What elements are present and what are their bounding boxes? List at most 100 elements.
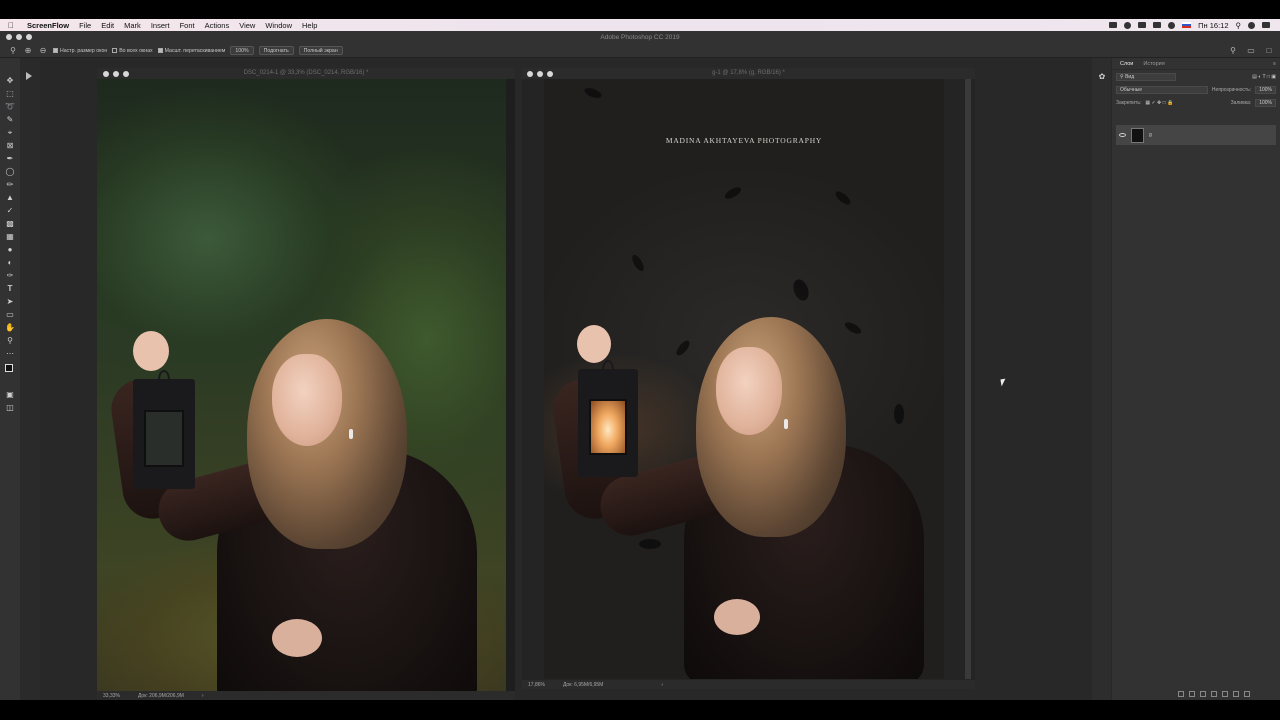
resize-windows-checkbox[interactable]: Настр. размер окон [53, 48, 107, 54]
blur-tool-icon[interactable]: ● [5, 245, 15, 255]
workspace-icon[interactable]: ▭ [1246, 46, 1256, 56]
adjustment-layer-icon[interactable] [1211, 691, 1217, 697]
fill-screen-button[interactable]: Полный экран [298, 46, 343, 55]
document-1-minimize-button[interactable] [113, 71, 119, 77]
document-2-zoom[interactable]: 17,86% [528, 682, 545, 688]
menu-help[interactable]: Help [297, 21, 322, 30]
new-group-icon[interactable] [1222, 691, 1228, 697]
actions-play-icon[interactable] [26, 72, 32, 80]
lock-icons[interactable]: ▦ ✓ ✥ □ 🔒 [1145, 100, 1173, 106]
blend-mode-select[interactable]: Обычные [1116, 85, 1208, 94]
marquee-tool-icon[interactable]: ⬚ [5, 89, 15, 99]
panel-menu-icon[interactable]: ≡ [1273, 61, 1280, 67]
history-brush-tool-icon[interactable]: ✓ [5, 206, 15, 216]
document-1-status-arrow[interactable]: › [202, 693, 204, 699]
display-icon[interactable] [1153, 22, 1162, 28]
menu-insert[interactable]: Insert [146, 21, 175, 30]
hand-tool-icon[interactable]: ✋ [5, 323, 15, 333]
screen-mirror-icon[interactable] [1109, 22, 1118, 28]
screenflow-icon[interactable] [1124, 21, 1132, 29]
zoom-in-icon[interactable]: ⊕ [23, 46, 33, 56]
apple-icon[interactable]:  [0, 21, 22, 30]
menu-font[interactable]: Font [175, 21, 200, 30]
messages-icon[interactable] [1138, 22, 1147, 28]
quick-select-tool-icon[interactable]: ✎ [5, 115, 15, 125]
fit-screen-button[interactable]: Подогнать [258, 46, 294, 55]
document-1-title[interactable]: DSC_0214-1 @ 33,3% (DSC_0214, RGB/16) * [97, 68, 515, 79]
eraser-tool-icon[interactable]: ▩ [5, 219, 15, 229]
layer-name[interactable]: g [1149, 132, 1152, 138]
healing-tool-icon[interactable]: ◯ [5, 167, 15, 177]
frame-tool-icon[interactable]: ⊠ [5, 141, 15, 151]
clock[interactable]: Пн 16:12 [1198, 21, 1228, 30]
zoom-tool-panel-icon[interactable]: ⚲ [5, 336, 15, 346]
learn-panel-icon[interactable]: ✿ [1097, 72, 1107, 82]
figure-hand [133, 331, 169, 371]
tab-layers[interactable]: Слои [1116, 61, 1137, 67]
all-windows-checkbox[interactable]: Во всех окнах [112, 48, 153, 54]
keyboard-layout-flag-icon[interactable] [1182, 22, 1192, 28]
move-tool-icon[interactable]: ✥ [5, 76, 15, 86]
fx-icon[interactable] [1189, 691, 1195, 697]
document-1-zoom-button[interactable] [123, 71, 129, 77]
layer-filter-row: ⚲ Вид ▤ ◐ T □ ▣ [1112, 70, 1280, 83]
screen-mode-icon[interactable]: ◫ [5, 403, 15, 413]
menu-window[interactable]: Window [260, 21, 297, 30]
notification-center-icon[interactable] [1262, 22, 1270, 28]
dodge-tool-icon[interactable]: ◐ [5, 258, 15, 268]
document-1-canvas[interactable] [97, 79, 506, 693]
more-tools-icon[interactable]: ⋯ [5, 349, 15, 359]
wifi-icon[interactable] [1168, 21, 1176, 29]
menu-view[interactable]: View [234, 21, 260, 30]
clone-stamp-tool-icon[interactable]: ▲ [5, 193, 15, 203]
type-tool-icon[interactable]: T [5, 284, 15, 294]
visibility-eye-icon[interactable] [1119, 133, 1126, 137]
document-1-close-button[interactable] [103, 71, 109, 77]
search-icon[interactable]: ⚲ [1228, 46, 1238, 56]
fill-input[interactable]: 100% [1255, 98, 1276, 107]
scrubby-zoom-checkbox[interactable]: Масшт. перетаскиванием [157, 48, 225, 54]
document-2-scrollbar[interactable] [965, 79, 971, 679]
zoom-out-icon[interactable]: ⊖ [38, 46, 48, 56]
document-2-zoom-button[interactable] [547, 71, 553, 77]
lantern [133, 370, 195, 489]
document-2-close-button[interactable] [527, 71, 533, 77]
menu-mark[interactable]: Mark [119, 21, 146, 30]
minimize-button[interactable] [16, 34, 22, 40]
document-2-canvas[interactable]: MADINA AKHTAYEVA PHOTOGRAPHY [544, 79, 944, 679]
opacity-input[interactable]: 100% [1255, 85, 1276, 94]
document-2-minimize-button[interactable] [537, 71, 543, 77]
rectangle-tool-icon[interactable]: ▭ [5, 310, 15, 320]
menu-edit[interactable]: Edit [96, 21, 119, 30]
crop-tool-icon[interactable]: ⌖ [5, 128, 15, 138]
spotlight-icon[interactable]: ⚲ [1236, 21, 1242, 30]
share-icon[interactable]: □ [1264, 46, 1274, 56]
layer-filter-icons[interactable]: ▤ ◐ T □ ▣ [1252, 74, 1276, 80]
zoom-100-button[interactable]: 100% [230, 46, 254, 55]
zoom-tool-icon[interactable]: ⚲ [8, 46, 18, 56]
path-select-tool-icon[interactable]: ➤ [5, 297, 15, 307]
link-layers-icon[interactable] [1178, 691, 1184, 697]
lasso-tool-icon[interactable]: ➰ [5, 102, 15, 112]
add-mask-icon[interactable] [1200, 691, 1206, 697]
tab-history[interactable]: История [1139, 61, 1168, 67]
siri-icon[interactable] [1248, 21, 1255, 29]
document-2-status-arrow[interactable]: › [661, 682, 663, 688]
pen-tool-icon[interactable]: ✑ [5, 271, 15, 281]
gradient-tool-icon[interactable]: ▦ [5, 232, 15, 242]
layer-filter-select[interactable]: ⚲ Вид [1116, 72, 1176, 81]
document-1-zoom[interactable]: 33,33% [103, 693, 120, 699]
menu-app[interactable]: ScreenFlow [22, 21, 74, 30]
zoom-button[interactable] [26, 34, 32, 40]
layer-row[interactable]: g [1116, 125, 1276, 145]
quick-mask-icon[interactable]: ▣ [5, 390, 15, 400]
foreground-color-swatch[interactable] [5, 364, 13, 372]
new-layer-icon[interactable] [1233, 691, 1239, 697]
brush-tool-icon[interactable]: ✏ [5, 180, 15, 190]
delete-layer-icon[interactable] [1244, 691, 1250, 697]
close-button[interactable] [6, 34, 12, 40]
document-2-title[interactable]: g-1 @ 17,8% (g, RGB/16) * [522, 68, 975, 79]
eyedropper-tool-icon[interactable]: ✒ [5, 154, 15, 164]
menu-file[interactable]: File [74, 21, 96, 30]
menu-actions[interactable]: Actions [200, 21, 235, 30]
